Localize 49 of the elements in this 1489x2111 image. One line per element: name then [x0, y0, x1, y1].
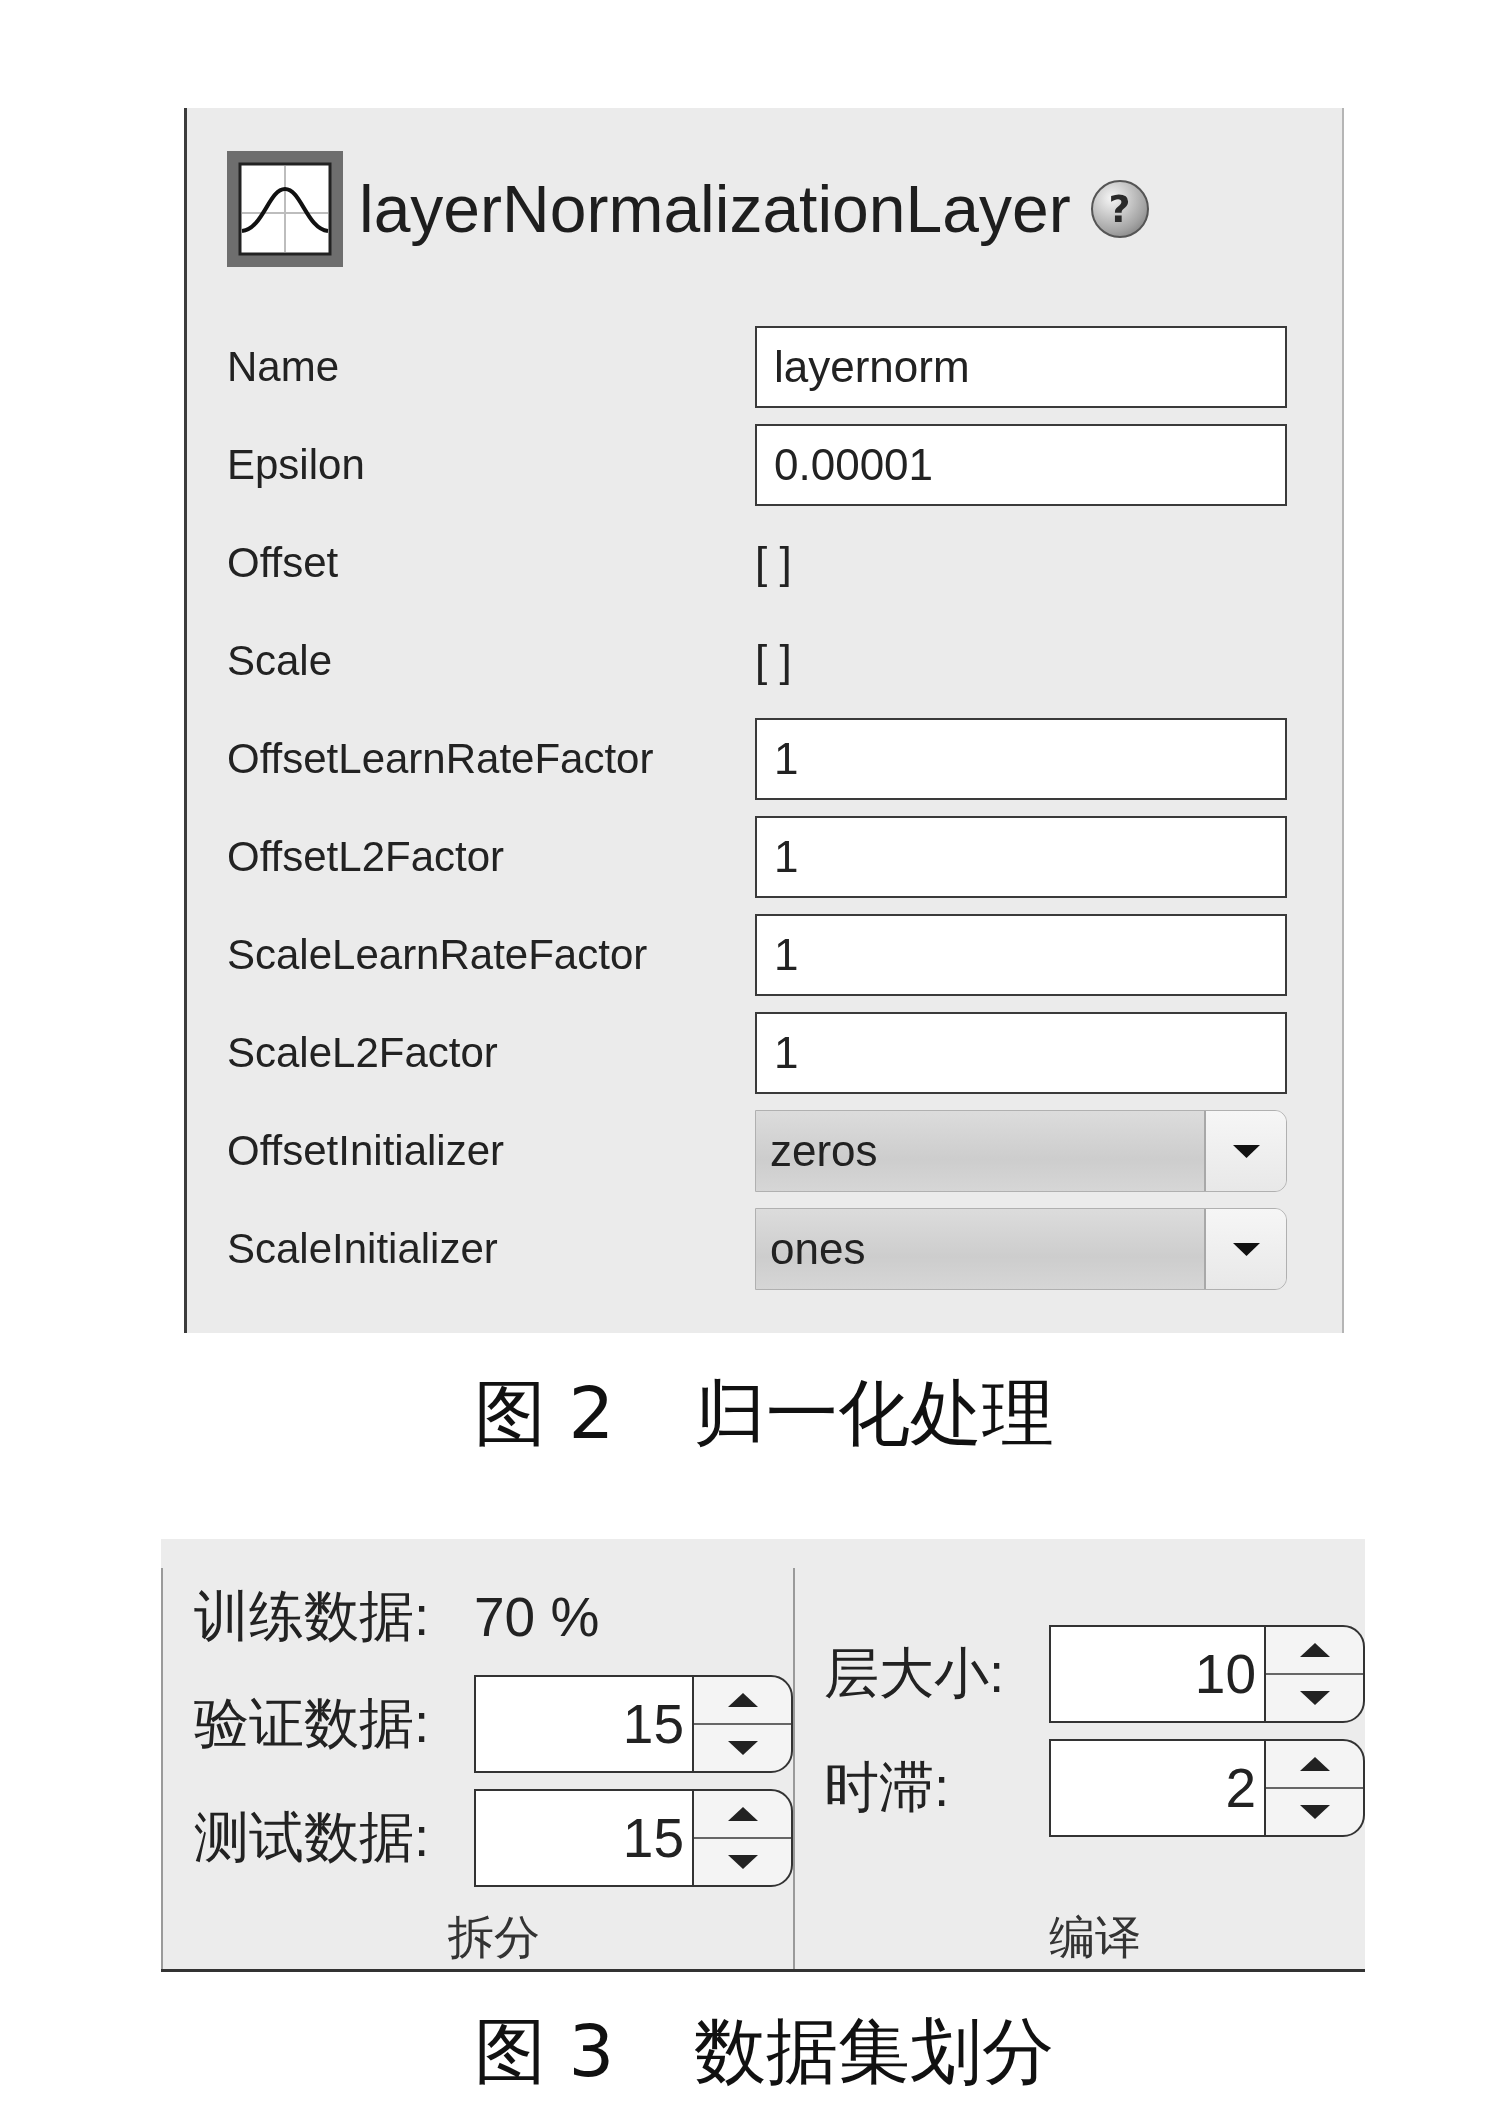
text-field[interactable]: 1 — [755, 718, 1287, 800]
figure-number: 图 3 — [473, 2010, 615, 2093]
group-title: 编译 — [1047, 1910, 1142, 1965]
property-label: ScaleL2Factor — [227, 1029, 499, 1077]
field-label: 验证数据: — [194, 1691, 431, 1756]
number-field[interactable]: 2 — [1049, 1739, 1264, 1837]
property-label: Name — [227, 343, 341, 391]
down-triangle-icon — [727, 1741, 758, 1755]
number-field[interactable]: 10 — [1049, 1625, 1264, 1723]
down-triangle-icon — [727, 1855, 758, 1869]
up-triangle-icon — [727, 1807, 758, 1821]
property-label: OffsetLearnRateFactor — [227, 735, 655, 783]
property-label: Offset — [227, 539, 340, 587]
property-value: [ ] — [755, 538, 792, 588]
property-label: Epsilon — [227, 441, 366, 489]
up-triangle-icon — [1299, 1757, 1330, 1771]
field-label: 时滞: — [824, 1755, 951, 1820]
down-triangle-icon — [1299, 1691, 1330, 1705]
property-label: Scale — [227, 637, 334, 685]
number-field[interactable]: 15 — [474, 1789, 692, 1887]
text-field[interactable]: 1 — [755, 1012, 1287, 1094]
text-field[interactable]: 1 — [755, 816, 1287, 898]
up-triangle-icon — [727, 1693, 758, 1707]
up-triangle-icon — [1299, 1643, 1330, 1657]
property-label: OffsetInitializer — [227, 1127, 505, 1175]
dropdown[interactable]: zeros — [755, 1110, 1287, 1192]
bell-curve-icon — [227, 151, 343, 267]
figure-number: 图 2 — [473, 1372, 615, 1455]
down-triangle-icon — [1299, 1805, 1330, 1819]
property-label: ScaleInitializer — [227, 1225, 499, 1273]
caret-icon — [1232, 1242, 1260, 1256]
field-label: 训练数据: — [194, 1584, 431, 1649]
field-label: 测试数据: — [194, 1805, 431, 1870]
text-field[interactable]: layernorm — [755, 326, 1287, 408]
property-label: ScaleLearnRateFactor — [227, 931, 649, 979]
dropdown[interactable]: ones — [755, 1208, 1287, 1290]
field-label: 层大小: — [824, 1641, 1006, 1706]
property-label: OffsetL2Factor — [227, 833, 506, 881]
text-field[interactable]: 1 — [755, 914, 1287, 996]
help-button[interactable]: ? — [1090, 180, 1149, 238]
value-text: 70 % — [474, 1585, 600, 1650]
number-field[interactable]: 15 — [474, 1675, 692, 1773]
figure-caption: 归一化处理 — [694, 1372, 1055, 1455]
text-field[interactable]: 0.00001 — [755, 424, 1287, 506]
figure-caption: 数据集划分 — [694, 2010, 1055, 2093]
caret-icon — [1232, 1144, 1260, 1158]
property-value: [ ] — [755, 636, 792, 686]
group-title: 拆分 — [446, 1910, 541, 1965]
panel-title: layerNormalizationLayer — [359, 171, 1071, 247]
